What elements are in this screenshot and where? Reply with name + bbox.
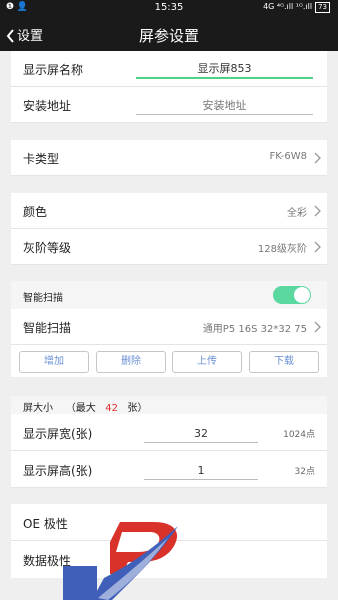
max-suffix: 张） [127, 403, 148, 414]
oe-polarity-label: OE 极性 [23, 517, 68, 531]
smart-scan-section-label: 智能扫描 [23, 293, 63, 304]
add-button[interactable]: 增加 [19, 351, 89, 373]
chevron-right-icon [314, 152, 321, 164]
card-type-row[interactable]: 卡类型 FK-6W8 [11, 140, 327, 176]
color-value: 全彩 [287, 208, 307, 219]
status-bar: ❶ 👤 15:35 4G ⁴ᴳ.ıll ¹ᴳ.ıll 73 [0, 0, 338, 17]
screen-width-unit: 1024点 [283, 430, 315, 440]
smart-scan-label: 智能扫描 [23, 321, 72, 335]
page-title: 屏参设置 [138, 27, 199, 45]
delete-button[interactable]: 删除 [96, 351, 166, 373]
download-button[interactable]: 下载 [249, 351, 319, 373]
screen-width-label: 显示屏宽(张) [23, 427, 93, 441]
status-icons-right: 4G ⁴ᴳ.ıll ¹ᴳ.ıll 73 [263, 2, 330, 13]
chevron-right-icon [314, 321, 321, 333]
battery-icon: 73 [315, 2, 330, 13]
screen-width-input[interactable] [144, 424, 258, 443]
chevron-right-icon [314, 241, 321, 253]
upload-button[interactable]: 上传 [172, 351, 242, 373]
toggle-knob [294, 287, 310, 303]
watermark-logo-icon [92, 522, 178, 600]
card-type-value: FK-6W8 [269, 151, 307, 162]
install-address-label: 安装地址 [23, 99, 72, 113]
install-address-row: 安装地址 [11, 87, 327, 123]
title-bar: 设置 屏参设置 [0, 17, 338, 51]
gray-level-label: 灰阶等级 [23, 241, 72, 255]
gray-level-value: 128级灰阶 [257, 244, 307, 255]
display-name-row: 显示屏名称 [11, 51, 327, 87]
screen-height-label: 显示屏高(张) [23, 464, 93, 478]
smart-scan-section-header: 智能扫描 [11, 281, 327, 309]
action-button-bar: 增加 删除 上传 下载 [11, 345, 327, 377]
smart-scan-value: 通用P5 16S 32*32 75 [202, 324, 307, 335]
screen-height-row: 显示屏高(张) 32点 [11, 451, 327, 488]
screen-height-unit: 32点 [294, 467, 315, 477]
card-type-label: 卡类型 [23, 152, 60, 166]
display-name-input[interactable] [136, 59, 313, 79]
gray-level-row[interactable]: 灰阶等级 128级灰阶 [11, 229, 327, 265]
chevron-right-icon [314, 205, 321, 217]
color-row[interactable]: 颜色 全彩 [11, 193, 327, 229]
signal-icon: 4G ⁴ᴳ.ıll ¹ᴳ.ıll [263, 2, 313, 11]
screen-width-row: 显示屏宽(张) 1024点 [11, 414, 327, 451]
install-address-input[interactable] [136, 96, 313, 115]
screen-height-input[interactable] [144, 461, 258, 480]
smart-scan-row[interactable]: 智能扫描 通用P5 16S 32*32 75 [11, 309, 327, 345]
color-label: 颜色 [23, 205, 48, 219]
display-name-label: 显示屏名称 [23, 63, 84, 77]
max-count: 42 [105, 403, 118, 414]
smart-scan-toggle[interactable] [273, 286, 311, 304]
max-prefix: （最大 [65, 403, 96, 414]
screen-size-label: 屏大小 （最大 42 张） [23, 403, 148, 414]
screen-size-section-header: 屏大小 （最大 42 张） [11, 396, 327, 414]
